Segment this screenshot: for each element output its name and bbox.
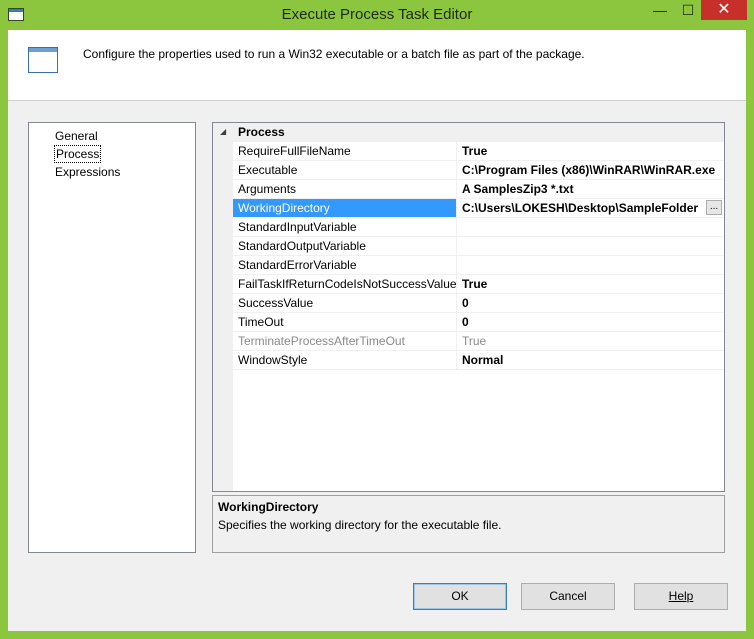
maximize-button[interactable]: ☐ (675, 0, 701, 20)
nav-item-expressions[interactable]: Expressions (54, 163, 121, 181)
ok-button[interactable]: OK (413, 583, 507, 610)
property-name: FailTaskIfReturnCodeIsNotSuccessValue (233, 275, 457, 293)
property-value[interactable]: True (462, 275, 722, 293)
description-text: Specifies the working directory for the … (218, 518, 502, 532)
minimize-button[interactable]: — (645, 0, 675, 20)
property-description-panel: WorkingDirectory Specifies the working d… (212, 495, 725, 553)
page-list: General Process Expressions (28, 122, 196, 553)
property-value: True (462, 334, 487, 348)
collapse-triangle-icon[interactable]: ◢ (220, 127, 226, 136)
property-value[interactable] (462, 218, 722, 236)
cancel-button[interactable]: Cancel (521, 583, 615, 610)
dialog-window: Execute Process Task Editor — ☐ ✕ Config… (0, 0, 754, 639)
property-name: TerminateProcessAfterTimeOut (233, 332, 457, 350)
property-name: TimeOut (233, 313, 457, 331)
nav-item-process[interactable]: Process (54, 145, 102, 163)
property-value[interactable] (462, 256, 722, 274)
property-name: SuccessValue (233, 294, 457, 312)
title-bar[interactable]: Execute Process Task Editor — ☐ ✕ (0, 0, 754, 30)
property-value[interactable]: A SamplesZip3 *.txt (462, 180, 722, 198)
category-row-process[interactable]: ◢ Process (213, 123, 724, 142)
close-icon: ✕ (717, 1, 731, 18)
property-row-window-style[interactable]: WindowStyle Normal (233, 351, 724, 370)
close-button[interactable]: ✕ (701, 0, 747, 20)
property-value[interactable]: C:\Program Files (x86)\WinRAR\WinRAR.exe (462, 161, 722, 179)
property-row-success-value[interactable]: SuccessValue 0 (233, 294, 724, 313)
help-button-label: Help (668, 589, 694, 603)
property-name: StandardInputVariable (233, 218, 457, 236)
property-row-standard-output-variable[interactable]: StandardOutputVariable (233, 237, 724, 256)
minimize-icon: — (653, 2, 667, 18)
property-value[interactable]: 0 (462, 313, 722, 331)
property-row-arguments[interactable]: Arguments A SamplesZip3 *.txt (233, 180, 724, 199)
description-title: WorkingDirectory (218, 500, 319, 514)
dialog-header: Configure the properties used to run a W… (8, 30, 746, 101)
header-description: Configure the properties used to run a W… (83, 47, 585, 61)
property-name: Arguments (233, 180, 457, 198)
property-row-terminate-process-after-timeout[interactable]: TerminateProcessAfterTimeOut True (233, 332, 724, 351)
property-value[interactable]: True (462, 142, 722, 160)
property-name: RequireFullFileName (233, 142, 457, 160)
window-title: Execute Process Task Editor (281, 6, 473, 23)
property-name: StandardOutputVariable (233, 237, 457, 255)
browse-button[interactable]: ... (706, 200, 722, 215)
property-value[interactable]: Normal (462, 351, 722, 369)
property-row-working-directory[interactable]: WorkingDirectory C:\Users\LOKESH\Desktop… (233, 199, 724, 218)
property-row-executable[interactable]: Executable C:\Program Files (x86)\WinRAR… (233, 161, 724, 180)
window-icon (28, 47, 58, 73)
dialog-client: Configure the properties used to run a W… (8, 30, 746, 631)
property-row-timeout[interactable]: TimeOut 0 (233, 313, 724, 332)
grid-gutter (213, 123, 233, 491)
property-row-fail-task-if-return-code[interactable]: FailTaskIfReturnCodeIsNotSuccessValue Tr… (233, 275, 724, 294)
property-name: StandardErrorVariable (233, 256, 457, 274)
property-name: Executable (233, 161, 457, 179)
property-row-standard-error-variable[interactable]: StandardErrorVariable (233, 256, 724, 275)
property-grid: ◢ Process RequireFullFileName True Execu… (212, 122, 725, 492)
property-row-require-full-file-name[interactable]: RequireFullFileName True (233, 142, 724, 161)
property-value[interactable]: 0 (462, 294, 722, 312)
nav-item-general[interactable]: General (54, 127, 99, 145)
property-row-standard-input-variable[interactable]: StandardInputVariable (233, 218, 724, 237)
maximize-icon: ☐ (681, 2, 695, 18)
category-label: Process (238, 125, 285, 139)
property-value[interactable]: C:\Users\LOKESH\Desktop\SampleFolder (462, 199, 722, 217)
property-name: WindowStyle (233, 351, 457, 369)
property-name: WorkingDirectory (233, 199, 457, 217)
property-value[interactable] (462, 237, 722, 255)
help-button[interactable]: Help (634, 583, 728, 610)
